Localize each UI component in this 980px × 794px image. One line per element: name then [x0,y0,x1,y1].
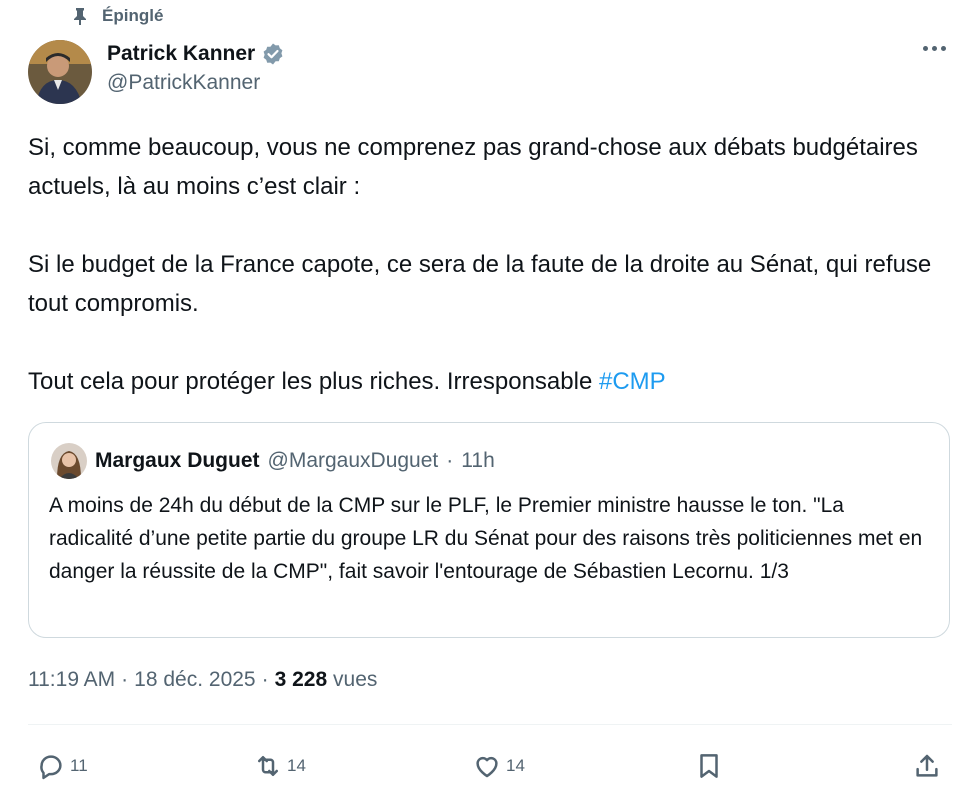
more-dot-icon [941,46,946,51]
pin-icon [74,8,86,25]
pinned-label: Épinglé [102,6,164,25]
quote-author-handle[interactable]: @MargauxDuguet [268,449,439,473]
more-dot-icon [923,46,928,51]
reply-count: 11 [70,756,88,775]
action-bar: 11 14 14 [0,745,980,789]
tweet-last-text: Tout cela pour protéger les plus riches.… [28,368,599,395]
bookmark-icon [700,754,718,778]
views-label: vues [333,668,378,691]
share-button[interactable] [912,751,942,781]
quote-avatar[interactable] [51,443,87,479]
tweet-paragraph-last: Tout cela pour protéger les plus riches.… [28,362,958,401]
tweet-time[interactable]: 11:19 AM [28,668,115,692]
tweet-date[interactable]: 18 déc. 2025 [134,668,255,692]
reply-icon [40,755,62,780]
repost-icon [258,756,278,776]
author-avatar[interactable] [28,40,92,104]
repost-count: 14 [287,756,306,775]
share-icon [916,754,938,777]
more-dot-icon [932,46,937,51]
like-button[interactable]: 14 [472,751,525,781]
view-count: 3 228 [274,668,328,691]
tweet-paragraph: Si le budget de la France capote, ce ser… [28,251,932,317]
tweet-paragraph: Si, comme beaucoup, vous ne comprenez pa… [28,134,918,200]
verified-badge-icon[interactable] [261,42,285,66]
repost-button[interactable]: 14 [253,751,306,781]
meta-separator: · [261,668,269,691]
quote-text: A moins de 24h du début de la CMP sur le… [49,494,923,583]
more-options-button[interactable] [919,42,950,55]
quoted-tweet[interactable]: Margaux Duguet @MargauxDuguet · 11h A mo… [28,422,950,638]
reply-button[interactable]: 11 [36,751,88,781]
author-handle[interactable]: @PatrickKanner [107,71,285,95]
heart-icon [476,756,498,778]
like-count: 14 [506,756,525,775]
hashtag-link[interactable]: #CMP [599,368,666,395]
tweet-metadata: 11:19 AM · 18 déc. 2025 · 3 228 vues [28,668,377,692]
pinned-indicator: Épinglé [72,6,163,26]
author-name[interactable]: Patrick Kanner [107,42,255,66]
quote-separator: · [446,449,454,472]
tweet-text: Si, comme beaucoup, vous ne comprenez pa… [28,128,958,401]
bookmark-button[interactable] [694,751,724,781]
quote-timestamp[interactable]: 11h [461,449,494,473]
quote-author-name[interactable]: Margaux Duguet [95,449,260,473]
meta-separator: · [121,668,129,691]
divider [28,724,952,725]
